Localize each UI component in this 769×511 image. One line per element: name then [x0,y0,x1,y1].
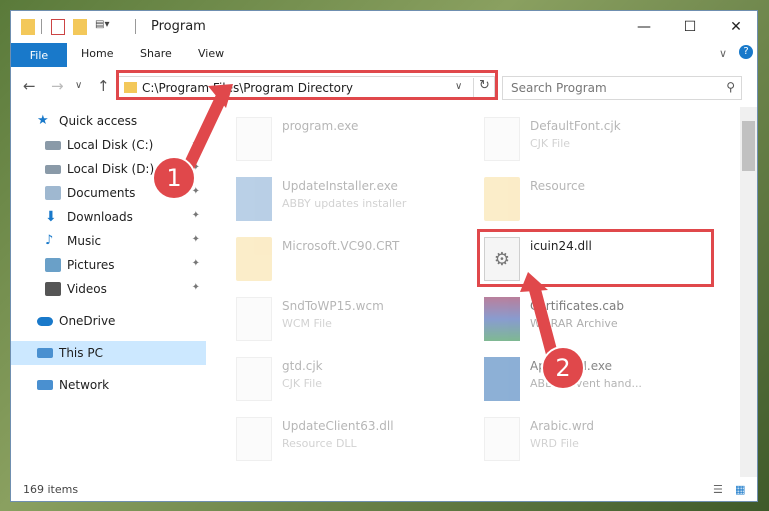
step-2-badge: 2 [541,346,585,390]
step-1-badge: 1 [152,156,196,200]
annotation-arrows [182,84,558,360]
